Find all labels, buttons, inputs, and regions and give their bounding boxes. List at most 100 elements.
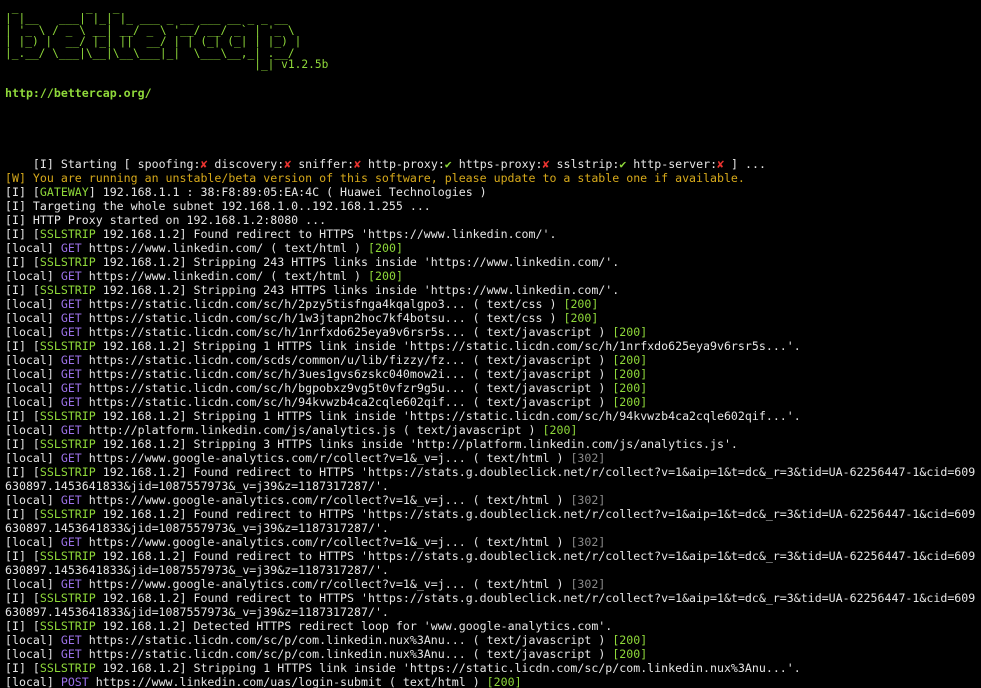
log-message: 192.168.1.2] Found redirect to HTTPS 'ht… bbox=[5, 549, 976, 577]
request-url: https://static.licdn.com/sc/p/com.linked… bbox=[88, 633, 466, 647]
request-content-type: text/css bbox=[486, 311, 543, 325]
request-status-code: 302 bbox=[577, 493, 599, 507]
request-url: https://static.licdn.com/sc/h/2pzy5tisfn… bbox=[88, 297, 466, 311]
request-method: GET bbox=[60, 297, 82, 311]
log-prefix: [I] [ bbox=[5, 409, 40, 423]
module-name: spoofing: bbox=[137, 157, 201, 171]
request-method: POST bbox=[60, 675, 89, 688]
log-message: 192.168.1.2] Detected HTTPS redirect loo… bbox=[95, 619, 613, 633]
module-status: sslstrip:✔ bbox=[557, 157, 627, 171]
terminal-window[interactable]: _ _ _ | |__ ___| |_| |_ ___ _ __ ___ __ … bbox=[0, 0, 981, 688]
request-content-type: text/javascript bbox=[416, 423, 522, 437]
module-name: http-server: bbox=[633, 157, 718, 171]
request-status: [200] bbox=[612, 395, 648, 409]
log-line: [local] GET https://static.licdn.com/sc/… bbox=[5, 633, 648, 647]
log-line: [I] [SSLSTRIP 192.168.1.2] Stripping 1 H… bbox=[5, 339, 977, 353]
log-tag: SSLSTRIP bbox=[39, 661, 96, 675]
request-status: [200] bbox=[612, 367, 648, 381]
log-line: [I] HTTP Proxy started on 192.168.1.2:80… bbox=[5, 213, 977, 227]
log-message: 192.168.1.2] Stripping 1 HTTPS link insi… bbox=[95, 409, 801, 423]
request-source: [local] bbox=[5, 353, 61, 367]
request-status-code: 200 bbox=[375, 269, 396, 283]
request-method: GET bbox=[60, 395, 82, 409]
request-url: https://www.google-analytics.com/r/colle… bbox=[88, 451, 466, 465]
log-line: [I] Targeting the whole subnet 192.168.1… bbox=[5, 199, 977, 213]
request-url: https://www.google-analytics.com/r/colle… bbox=[88, 577, 466, 591]
request-source: [local] bbox=[5, 297, 61, 311]
log-message: 192.168.1.2] Stripping 1 HTTPS link insi… bbox=[95, 661, 801, 675]
request-source: [local] bbox=[5, 311, 61, 325]
request-content-type: text/html bbox=[402, 675, 466, 688]
request-status-code: 200 bbox=[493, 675, 515, 688]
request-status-code: 200 bbox=[375, 241, 396, 255]
log-line: [local] GET http://platform.linkedin.com… bbox=[5, 423, 578, 437]
module-name: https-proxy: bbox=[458, 157, 543, 171]
request-url: https://www.google-analytics.com/r/colle… bbox=[88, 535, 466, 549]
request-url: https://www.google-analytics.com/r/colle… bbox=[88, 493, 466, 507]
module-status: discovery:✘ bbox=[214, 157, 291, 171]
log-message: 192.168.1.2] Found redirect to HTTPS 'ht… bbox=[5, 465, 976, 493]
request-method: GET bbox=[60, 311, 82, 325]
request-status-code: 302 bbox=[577, 577, 599, 591]
request-source: [local] bbox=[5, 325, 61, 339]
request-method: GET bbox=[60, 241, 82, 255]
log-line: [I] [GATEWAY] 192.168.1.1 : 38:F8:89:05:… bbox=[5, 185, 977, 199]
request-status: [200] bbox=[612, 647, 648, 661]
request-status: [200] bbox=[612, 353, 648, 367]
log-message: 192.168.1.2] Found redirect to HTTPS 'ht… bbox=[5, 507, 976, 535]
check-icon: ✔ bbox=[619, 157, 627, 171]
starting-suffix: ] ... bbox=[724, 157, 766, 171]
log-line: [local] GET https://static.licdn.com/scd… bbox=[5, 353, 648, 367]
request-status-code: 302 bbox=[577, 535, 599, 549]
module-status: spoofing:✘ bbox=[138, 157, 208, 171]
log-message: 192.168.1.2] Stripping 1 HTTPS link insi… bbox=[95, 339, 801, 353]
module-name: sslstrip: bbox=[556, 157, 620, 171]
log-message: 192.168.1.2] Stripping 3 HTTPS links ins… bbox=[95, 437, 738, 451]
log-line: [I] [SSLSTRIP 192.168.1.2] Detected HTTP… bbox=[5, 619, 977, 633]
log-line: [I] [SSLSTRIP 192.168.1.2] Stripping 3 H… bbox=[5, 437, 977, 451]
request-method: GET bbox=[60, 451, 82, 465]
log-prefix: [I] [ bbox=[5, 339, 40, 353]
log-line: [local] GET https://static.licdn.com/sc/… bbox=[5, 325, 648, 339]
request-source: [local] bbox=[5, 367, 61, 381]
request-status: [200] bbox=[368, 241, 403, 255]
module-status-list: spoofing:✘ discovery:✘ sniffer:✘ http-pr… bbox=[138, 157, 724, 171]
request-content-type: text/javascript bbox=[486, 325, 592, 339]
log-prefix: [I] [ bbox=[5, 591, 40, 605]
request-source: [local] bbox=[5, 395, 61, 409]
request-content-type: text/html bbox=[284, 269, 348, 283]
request-url: http://platform.linkedin.com/js/analytic… bbox=[88, 423, 396, 437]
log-line: [local] GET https://www.google-analytics… bbox=[5, 535, 606, 549]
module-status: https-proxy:✘ bbox=[459, 157, 550, 171]
log-prefix: [I] [ bbox=[5, 437, 40, 451]
request-method: GET bbox=[60, 647, 82, 661]
request-status-code: 200 bbox=[619, 633, 641, 647]
request-status-code: 200 bbox=[619, 325, 641, 339]
log-line: [local] GET https://static.licdn.com/sc/… bbox=[5, 395, 648, 409]
request-source: [local] bbox=[5, 647, 61, 661]
log-line: [I] [SSLSTRIP 192.168.1.2] Found redirec… bbox=[5, 227, 977, 241]
log-line: [I] [SSLSTRIP 192.168.1.2] Stripping 1 H… bbox=[5, 661, 977, 675]
log-prefix: [I] [ bbox=[5, 185, 40, 199]
log-line: [local] GET https://www.google-analytics… bbox=[5, 451, 606, 465]
request-source: [local] bbox=[5, 451, 61, 465]
request-content-type: text/javascript bbox=[486, 647, 592, 661]
module-status: sniffer:✘ bbox=[298, 157, 361, 171]
log-prefix: [I] [ bbox=[5, 255, 40, 269]
request-content-type: text/javascript bbox=[486, 367, 592, 381]
request-content-type: text/javascript bbox=[486, 353, 592, 367]
info-message: [I] Targeting the whole subnet 192.168.1… bbox=[5, 199, 431, 213]
request-content-type: text/javascript bbox=[486, 633, 592, 647]
log-tag: SSLSTRIP bbox=[39, 549, 96, 563]
log-tag: SSLSTRIP bbox=[39, 283, 96, 297]
request-method: GET bbox=[60, 535, 82, 549]
request-method: GET bbox=[60, 577, 82, 591]
cross-icon: ✘ bbox=[200, 157, 208, 171]
request-content-type: text/html bbox=[486, 577, 550, 591]
log-line: [I] [SSLSTRIP 192.168.1.2] Found redirec… bbox=[5, 465, 977, 493]
request-url: https://static.licdn.com/sc/h/bgpobxz9vg… bbox=[88, 381, 466, 395]
request-content-type: text/css bbox=[486, 297, 543, 311]
request-method: GET bbox=[60, 381, 82, 395]
log-line: [local] GET https://www.google-analytics… bbox=[5, 493, 606, 507]
request-status: [200] bbox=[542, 423, 578, 437]
